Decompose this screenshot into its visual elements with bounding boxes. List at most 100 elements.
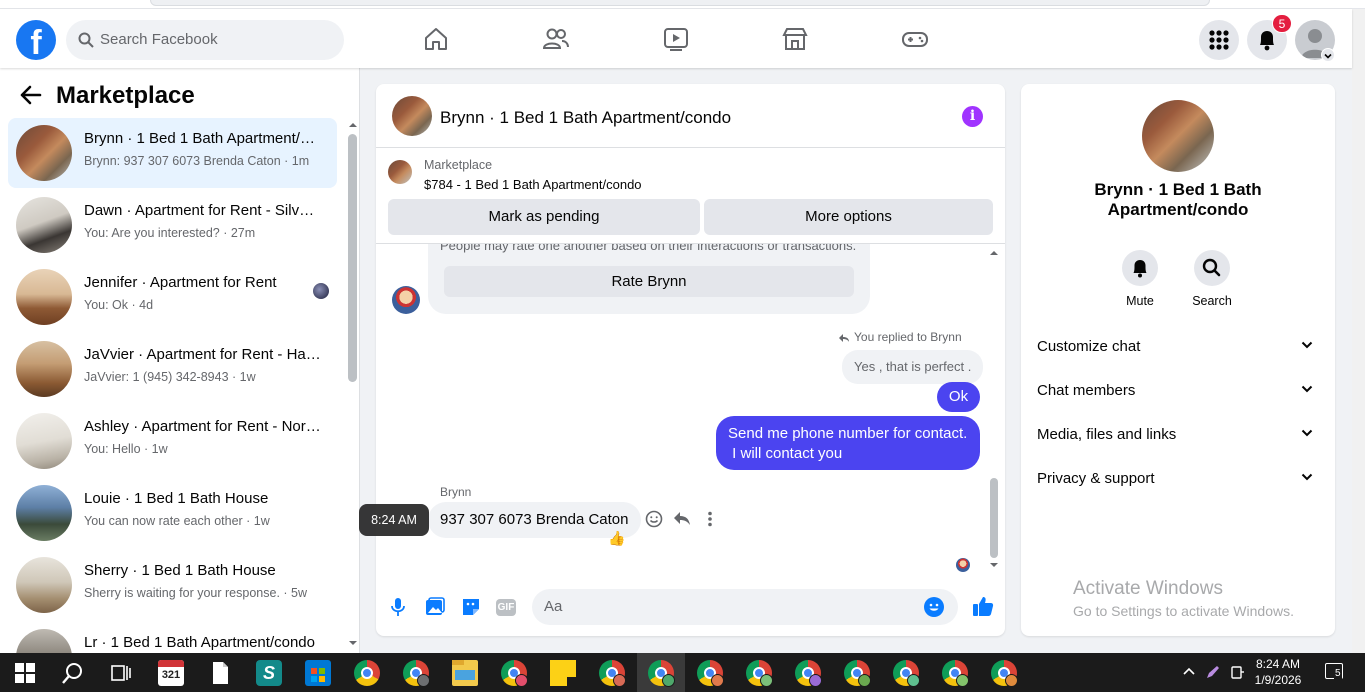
conversation-item[interactable]: Dawn · Apartment for Rent - Silverton Yo… (8, 190, 337, 260)
microphone-icon[interactable] (390, 597, 406, 617)
back-arrow-icon[interactable] (20, 85, 42, 105)
app-s-icon[interactable]: S (256, 660, 282, 686)
read-receipt-avatar (956, 558, 970, 572)
file-explorer-icon[interactable] (452, 660, 478, 686)
listing-title[interactable]: $784 - 1 Bed 1 Bath Apartment/condo (424, 177, 642, 192)
chrome-profile-icon[interactable] (648, 660, 675, 687)
browser-strip (0, 0, 1365, 9)
chrome-profile-icon[interactable] (942, 660, 969, 687)
rate-brynn-button[interactable]: Rate Brynn (444, 266, 854, 297)
conversation-item[interactable]: Sherry · 1 Bed 1 Bath House Sherry is wa… (8, 550, 337, 620)
chat-listing-thumbnail[interactable] (392, 96, 432, 136)
windows-start-icon[interactable] (12, 660, 38, 686)
pen-icon[interactable] (1205, 664, 1221, 680)
system-clock[interactable]: 8:24 AM 1/9/2026 (1252, 656, 1304, 688)
chrome-profile-icon[interactable] (697, 660, 724, 687)
action-center-icon[interactable]: 5 (1325, 663, 1343, 679)
conversation-item[interactable]: JaVvier · Apartment for Rent - Hamilton … (8, 334, 337, 404)
more-vertical-icon[interactable] (707, 511, 713, 527)
tray-chevron-up-icon[interactable] (1182, 666, 1196, 676)
info-icon[interactable]: i (962, 106, 983, 127)
chrome-profile-icon[interactable] (991, 660, 1018, 687)
taskbar-search-icon[interactable] (60, 660, 86, 686)
chrome-profile-icon[interactable] (599, 660, 626, 687)
conversation-preview: You can now rate each other · 1w (84, 514, 270, 528)
chrome-profile-icon[interactable] (746, 660, 773, 687)
watch-icon[interactable] (662, 25, 690, 53)
listing-image[interactable] (1142, 100, 1214, 172)
clock-date: 1/9/2026 (1254, 673, 1302, 687)
conversation-name: Sherry · 1 Bed 1 Bath House (84, 562, 276, 579)
action-center-count: 5 (1334, 668, 1342, 679)
chrome-profile-icon[interactable] (893, 660, 920, 687)
sidebar-scrollbar[interactable] (346, 120, 359, 650)
quoted-message[interactable]: Yes , that is perfect . (842, 350, 984, 384)
conversation-name: Dawn · Apartment for Rent - Silverton (84, 202, 322, 219)
chrome-profile-icon[interactable] (403, 660, 430, 687)
react-emoji-icon[interactable] (645, 510, 663, 528)
chrome-profile-icon[interactable] (844, 660, 871, 687)
chevron-down-icon (1301, 473, 1313, 481)
gif-button[interactable]: GIF (496, 599, 516, 616)
reply-icon[interactable] (673, 511, 691, 527)
search-in-conversation-button[interactable]: Search (1182, 250, 1242, 308)
outgoing-message[interactable]: Send me phone number for contact. I will… (716, 416, 980, 470)
conversation-item[interactable]: Lr · 1 Bed 1 Bath Apartment/condo (8, 622, 337, 653)
menu-button[interactable] (1199, 20, 1239, 60)
timestamp-tooltip: 8:24 AM (359, 504, 429, 536)
listing-thumbnail (16, 197, 72, 253)
conversation-preview: Brynn: 937 307 6073 Brenda Caton · 1m (84, 154, 310, 168)
chat-members-row[interactable]: Chat members (1037, 376, 1319, 404)
conversation-item[interactable]: Louie · 1 Bed 1 Bath House You can now r… (8, 478, 337, 548)
sticker-icon[interactable] (461, 597, 481, 617)
media-files-links-row[interactable]: Media, files and links (1037, 420, 1319, 448)
emoji-icon[interactable] (924, 597, 944, 617)
chat-scrollbar[interactable] (987, 244, 1001, 574)
mute-button[interactable]: Mute (1110, 250, 1170, 308)
friends-icon[interactable] (542, 25, 570, 53)
facebook-logo-icon[interactable]: f (16, 20, 56, 60)
chat-title[interactable]: Brynn · 1 Bed 1 Bath Apartment/condo (440, 108, 731, 128)
sticky-notes-icon[interactable] (550, 660, 576, 686)
customize-chat-row[interactable]: Customize chat (1037, 332, 1319, 360)
details-title: Brynn · 1 Bed 1 Bath Apartment/condo (1094, 180, 1262, 219)
like-thumb-icon[interactable] (972, 595, 994, 617)
listing-category: Marketplace (424, 158, 493, 172)
photo-icon[interactable] (425, 597, 445, 617)
gaming-icon[interactable] (901, 25, 929, 53)
conversation-item[interactable]: Jennifer · Apartment for Rent You: Ok · … (8, 262, 337, 332)
message-line: I will contact you (728, 445, 843, 462)
thumbs-up-reaction-icon[interactable]: 👍 (608, 530, 625, 547)
search-placeholder: Search Facebook (100, 31, 218, 48)
marketplace-icon[interactable] (781, 25, 809, 53)
chrome-icon[interactable] (354, 660, 380, 686)
sender-avatar[interactable] (392, 286, 420, 314)
calendar-app-icon[interactable]: 321 (158, 660, 184, 686)
store-icon[interactable] (305, 660, 331, 686)
conversation-name: Lr · 1 Bed 1 Bath Apartment/condo (84, 634, 315, 651)
home-icon[interactable] (422, 25, 450, 53)
message-input[interactable]: Aa (532, 589, 958, 625)
chrome-profile-icon[interactable] (501, 660, 528, 687)
mark-as-pending-button[interactable]: Mark as pending (388, 199, 700, 235)
bell-icon (1133, 260, 1147, 278)
calendar-day: 321 (161, 669, 181, 681)
privacy-support-row[interactable]: Privacy & support (1037, 464, 1319, 492)
account-caret-icon[interactable] (1321, 48, 1335, 62)
search-input[interactable]: Search Facebook (66, 20, 344, 60)
outgoing-message[interactable]: Ok (937, 382, 980, 412)
conversation-item[interactable]: Brynn · 1 Bed 1 Bath Apartment/condo Bry… (8, 118, 337, 188)
more-options-button[interactable]: More options (704, 199, 993, 235)
marketplace-inbox-sidebar: Marketplace Brynn · 1 Bed 1 Bath Apartme… (0, 68, 360, 653)
chrome-profile-icon[interactable] (795, 660, 822, 687)
listing-thumbnail[interactable] (388, 160, 412, 184)
page-scrollbar[interactable] (1352, 9, 1365, 653)
activate-windows-watermark: Activate Windows Go to Settings to activ… (1073, 578, 1294, 619)
file-icon[interactable] (207, 660, 233, 686)
conversation-item[interactable]: Ashley · Apartment for Rent - Norwood Yo… (8, 406, 337, 476)
conversation-preview: You: Hello · 1w (84, 442, 168, 456)
task-view-icon[interactable] (108, 660, 134, 686)
chat-details-panel: Brynn · 1 Bed 1 Bath Apartment/condo Mut… (1021, 84, 1335, 636)
conversation-preview: You: Are you interested? · 27m (84, 226, 256, 240)
network-icon[interactable] (1229, 664, 1245, 680)
